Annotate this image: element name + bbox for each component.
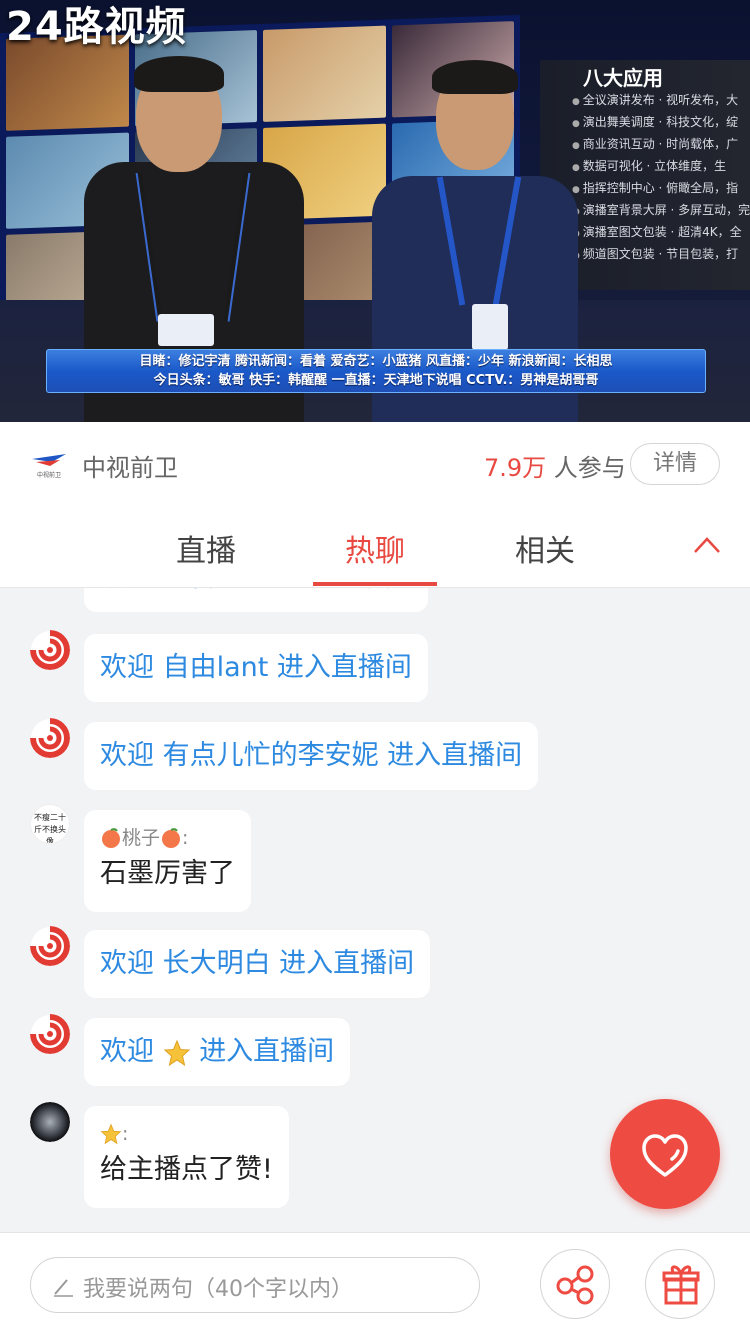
peach-icon	[162, 828, 181, 848]
comment-placeholder: 我要说两句（40个字以内）	[83, 1277, 353, 1302]
apps-title: 八大应用	[583, 66, 663, 90]
peach-icon	[102, 828, 120, 848]
user-avatar[interactable]	[30, 1102, 70, 1142]
phoenix-logo-avatar[interactable]	[30, 926, 70, 966]
tab-related[interactable]: 相关	[485, 526, 605, 570]
comment-input[interactable]: 我要说两句（40个字以内）	[30, 1257, 480, 1313]
star-icon	[100, 1123, 122, 1145]
pencil-icon	[54, 1279, 73, 1297]
chat-username[interactable]: :	[122, 1120, 128, 1148]
apps-list: 全议演讲发布 · 视听发布，大 演出舞美调度 · 科技文化，绽 商业资讯互动 ·…	[572, 90, 750, 266]
tab-hot-chat[interactable]: 热聊	[315, 526, 435, 570]
chat-bubble: 欢迎 进入直播间	[84, 1018, 351, 1086]
like-button[interactable]	[610, 1099, 720, 1209]
star-icon	[163, 1039, 190, 1066]
live-video-player[interactable]: 24路视频 八大应用 全议演讲发布 · 视听发布，大 演出舞美调度 · 科技文化…	[0, 0, 750, 422]
phoenix-logo-avatar[interactable]	[30, 630, 70, 670]
channel-name[interactable]: 中视前卫	[82, 448, 178, 483]
tab-bar: 直播 热聊 相关	[0, 504, 750, 588]
tab-live[interactable]: 直播	[146, 526, 266, 570]
share-button[interactable]	[540, 1249, 610, 1319]
active-tab-indicator	[313, 582, 437, 586]
channel-bar: 中视前卫 中视前卫 7.9万 人参与 详情	[0, 422, 750, 504]
chat-bubble: 欢迎 有点儿忙的李安妮 进入直播间	[84, 722, 539, 790]
chat-bubble: 欢迎 自由lant 进入直播间	[84, 634, 428, 702]
chat-bubble: 桃子 : 石墨厉害了	[84, 810, 251, 912]
gift-button[interactable]	[645, 1249, 715, 1319]
chat-bubble: : 给主播点了赞!	[84, 1106, 289, 1208]
chat-bubble: 欢迎 长大明白 进入直播间	[84, 930, 431, 998]
news-ticker: 目睹：修记宇清 腾讯新闻：看着 爱奇艺：小蓝猪 风直播：少年 新浪新闻：长相思 …	[46, 349, 706, 393]
chat-text: 给主播点了赞!	[100, 1154, 273, 1185]
heart-icon	[642, 1134, 688, 1177]
channel-logo[interactable]: 中视前卫	[30, 450, 68, 480]
chat-text: 石墨厉害了	[100, 858, 235, 889]
phoenix-logo-avatar[interactable]	[30, 1014, 70, 1054]
participants-count: 7.9万 人参与	[484, 454, 626, 482]
bottom-bar: 我要说两句（40个字以内）	[0, 1232, 750, 1334]
chevron-up-icon[interactable]	[692, 532, 722, 556]
share-icon	[556, 1265, 594, 1305]
svg-text:中视前卫: 中视前卫	[37, 471, 61, 479]
details-button[interactable]: 详情	[630, 443, 720, 485]
phoenix-logo-avatar[interactable]	[30, 718, 70, 758]
user-avatar[interactable]: 不瘦二十斤不换头像	[30, 804, 70, 844]
gift-icon	[662, 1265, 700, 1305]
chat-bubble: 欢迎 爱吾538 进入直播间	[84, 588, 428, 612]
chat-username[interactable]: 桃子	[122, 824, 160, 852]
